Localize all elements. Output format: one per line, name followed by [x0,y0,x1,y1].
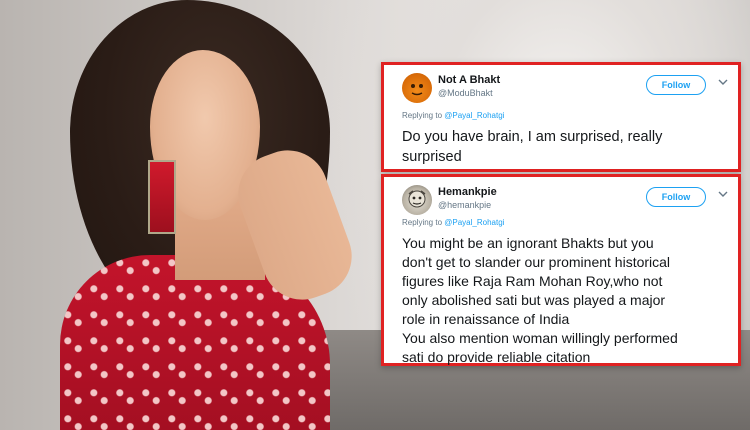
tweet-text: You might be an ignorant Bhakts but you … [402,234,726,367]
earring [148,160,176,234]
follow-button[interactable]: Follow [646,75,706,95]
chevron-down-icon[interactable] [718,189,728,199]
tweet-text-line: don't get to slander our prominent histo… [402,254,671,270]
orange-face-avatar-icon[interactable] [402,73,432,103]
replying-to: Replying to @Payal_Rohatgi [402,111,504,120]
replying-to-link[interactable]: @Payal_Rohatgi [444,111,504,120]
display-name[interactable]: Not A Bhakt [438,74,500,86]
replying-to: Replying to @Payal_Rohatgi [402,218,504,227]
tweet-text-line: only abolished sati but was played a maj… [402,292,666,308]
tweet-text-line: role in renaissance of India [402,311,570,327]
tweet-text-line: figures like Raja Ram Mohan Roy,who not [402,273,663,289]
tweet-text-line: Do you have brain, I am surprised, reall… [402,129,663,145]
user-handle[interactable]: @hemankpie [438,200,491,210]
replying-prefix: Replying to [402,218,443,227]
tweet-text-line: You might be an ignorant Bhakts but you [402,235,654,251]
tweet-text: Do you have brain, I am surprised, reall… [402,127,726,167]
tweet-text-line: You also mention woman willingly perform… [402,330,678,346]
tweet-card[interactable]: Not A Bhakt @ModuBhakt Follow Replying t… [381,62,741,172]
tweet-text-line: surprised [402,149,462,165]
follow-button[interactable]: Follow [646,187,706,207]
replying-to-link[interactable]: @Payal_Rohatgi [444,218,504,227]
tweet-text-line: sati do provide reliable citation [402,349,591,365]
chevron-down-icon[interactable] [718,77,728,87]
tweet-card[interactable]: Hemankpie @hemankpie Follow Replying to … [381,174,741,366]
cartoon-avatar-icon[interactable] [402,185,432,215]
display-name[interactable]: Hemankpie [438,186,497,198]
user-handle[interactable]: @ModuBhakt [438,88,493,98]
replying-prefix: Replying to [402,111,443,120]
